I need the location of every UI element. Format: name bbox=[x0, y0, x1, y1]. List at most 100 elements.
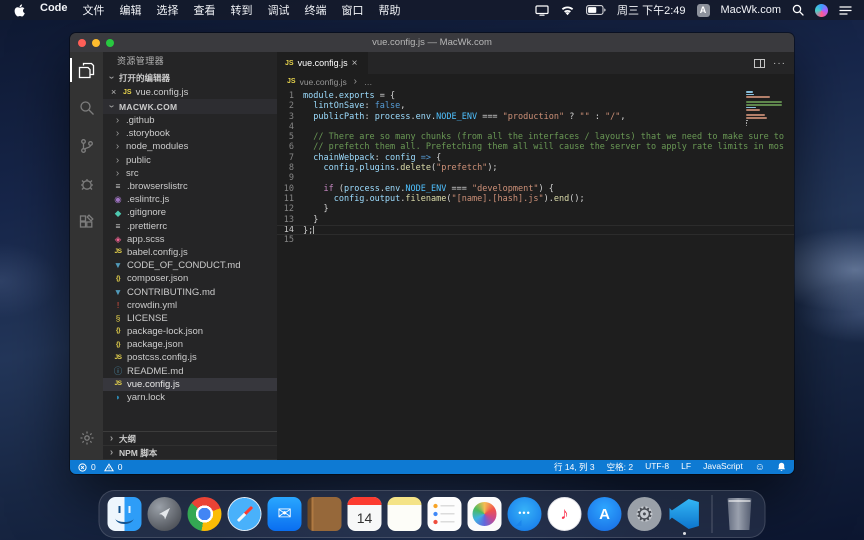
menu-查看[interactable]: 查看 bbox=[194, 2, 216, 18]
menu-文件[interactable]: 文件 bbox=[83, 2, 105, 18]
dock-trash-icon[interactable] bbox=[727, 498, 753, 530]
tree-folder-.github[interactable]: ›.github bbox=[103, 114, 277, 127]
status-item-3[interactable]: LF bbox=[681, 461, 691, 473]
menu-编辑[interactable]: 编辑 bbox=[120, 2, 142, 18]
tree-file-package-lock.json[interactable]: {}package-lock.json bbox=[103, 325, 277, 338]
dock-safari-icon[interactable] bbox=[228, 497, 262, 531]
tree-file-app.scss[interactable]: ◈app.scss bbox=[103, 233, 277, 246]
outline-section[interactable]: › 大纲 bbox=[103, 432, 277, 446]
menu-选择[interactable]: 选择 bbox=[157, 2, 179, 18]
code-line-6[interactable]: 6 // prefetch them all. Prefetching them… bbox=[277, 142, 794, 152]
project-section-header[interactable]: › MACWK.COM bbox=[103, 99, 277, 114]
split-editor-icon[interactable] bbox=[754, 59, 765, 68]
warnings-icon[interactable] bbox=[104, 463, 114, 472]
tree-file-README.md[interactable]: ⓘREADME.md bbox=[103, 365, 277, 378]
code-line-4[interactable]: 4 bbox=[277, 122, 794, 132]
warnings-count[interactable]: 0 bbox=[118, 462, 123, 472]
errors-count[interactable]: 0 bbox=[91, 462, 96, 472]
notifications-bell-icon[interactable] bbox=[777, 462, 786, 472]
code-line-14[interactable]: 14}; bbox=[277, 225, 794, 235]
status-item-1[interactable]: 空格: 2 bbox=[607, 461, 633, 473]
dock-finder-icon[interactable] bbox=[108, 497, 142, 531]
code-line-10[interactable]: 10 if (process.env.NODE_ENV === "develop… bbox=[277, 184, 794, 194]
close-tab-icon[interactable]: × bbox=[352, 58, 360, 69]
tree-file-CONTRIBUTING.md[interactable]: ▼CONTRIBUTING.md bbox=[103, 285, 277, 298]
tree-file-CODE_OF_CONDUCT.md[interactable]: ▼CODE_OF_CONDUCT.md bbox=[103, 259, 277, 272]
tab-vue-config[interactable]: JS vue.config.js × bbox=[277, 52, 369, 74]
tree-file-babel.config.js[interactable]: JSbabel.config.js bbox=[103, 246, 277, 259]
minimap[interactable] bbox=[746, 91, 782, 130]
dock-mail-icon[interactable]: ✉ bbox=[268, 497, 302, 531]
status-item-4[interactable]: JavaScript bbox=[703, 461, 743, 473]
window-title-bar[interactable]: vue.config.js — MacWk.com bbox=[70, 33, 794, 52]
tree-file-yarn.lock[interactable]: ◗yarn.lock bbox=[103, 391, 277, 404]
code-line-5[interactable]: 5 // There are so many chunks (from all … bbox=[277, 132, 794, 142]
explorer-icon[interactable] bbox=[70, 58, 103, 82]
zoom-window-button[interactable] bbox=[106, 39, 114, 47]
close-window-button[interactable] bbox=[78, 39, 86, 47]
open-editor-item[interactable]: × JS vue.config.js bbox=[103, 85, 277, 99]
notification-center-icon[interactable] bbox=[839, 5, 852, 16]
dock-appstore-icon[interactable]: A bbox=[588, 497, 622, 531]
code-line-12[interactable]: 12 } bbox=[277, 204, 794, 214]
apple-menu-icon[interactable] bbox=[14, 4, 25, 17]
dock-music-icon[interactable]: ♪ bbox=[548, 497, 582, 531]
close-icon[interactable]: × bbox=[111, 87, 119, 97]
code-line-9[interactable]: 9 bbox=[277, 173, 794, 183]
tree-file-vue.config.js[interactable]: JSvue.config.js bbox=[103, 378, 277, 391]
code-line-8[interactable]: 8 config.plugins.delete("prefetch"); bbox=[277, 163, 794, 173]
dock-settings-icon[interactable]: ⚙ bbox=[628, 497, 662, 531]
menu-调试[interactable]: 调试 bbox=[268, 2, 290, 18]
breadcrumb-file[interactable]: vue.config.js bbox=[300, 77, 347, 87]
input-source-icon[interactable]: A bbox=[697, 4, 710, 17]
menu-bar-account[interactable]: MacWk.com bbox=[721, 4, 782, 16]
tree-folder-.storybook[interactable]: ›.storybook bbox=[103, 127, 277, 140]
debug-icon[interactable] bbox=[70, 172, 103, 196]
code-line-15[interactable]: 15 bbox=[277, 235, 794, 245]
dock-calendar-icon[interactable]: 14 bbox=[348, 497, 382, 531]
code-line-7[interactable]: 7 chainWebpack: config => { bbox=[277, 153, 794, 163]
extensions-icon[interactable] bbox=[70, 210, 103, 234]
tree-file-package.json[interactable]: {}package.json bbox=[103, 338, 277, 351]
menu-终端[interactable]: 终端 bbox=[305, 2, 327, 18]
tree-folder-node_modules[interactable]: ›node_modules bbox=[103, 140, 277, 153]
menu-bar-clock[interactable]: 周三 下午2:49 bbox=[617, 2, 685, 18]
tree-folder-public[interactable]: ›public bbox=[103, 154, 277, 167]
menu-窗口[interactable]: 窗口 bbox=[342, 2, 364, 18]
wifi-icon[interactable] bbox=[560, 5, 575, 16]
search-icon[interactable] bbox=[70, 96, 103, 120]
dock-reminders-icon[interactable] bbox=[428, 497, 462, 531]
dock-photos-icon[interactable] bbox=[468, 497, 502, 531]
open-editors-section[interactable]: › 打开的编辑器 bbox=[103, 70, 277, 85]
tree-folder-src[interactable]: ›src bbox=[103, 167, 277, 180]
code-line-2[interactable]: 2 lintOnSave: false, bbox=[277, 101, 794, 111]
siri-icon[interactable] bbox=[815, 4, 828, 17]
code-line-11[interactable]: 11 config.output.filename("[name].[hash]… bbox=[277, 194, 794, 204]
dock-vscode-icon[interactable] bbox=[668, 497, 702, 531]
code-editor[interactable]: 1module.exports = {2 lintOnSave: false,3… bbox=[277, 89, 794, 460]
tree-file-.browserslistrc[interactable]: ≡.browserslistrc bbox=[103, 180, 277, 193]
dock-contacts-icon[interactable] bbox=[308, 497, 342, 531]
breadcrumb[interactable]: JS vue.config.js › … bbox=[277, 74, 794, 89]
tree-file-.prettierrc[interactable]: ≡.prettierrc bbox=[103, 220, 277, 233]
menu-帮助[interactable]: 帮助 bbox=[379, 2, 401, 18]
more-actions-icon[interactable]: ··· bbox=[773, 58, 786, 69]
tree-file-LICENSE[interactable]: §LICENSE bbox=[103, 312, 277, 325]
errors-icon[interactable] bbox=[78, 463, 87, 472]
menu-转到[interactable]: 转到 bbox=[231, 2, 253, 18]
display-icon[interactable] bbox=[535, 5, 549, 16]
dock-notes-icon[interactable] bbox=[388, 497, 422, 531]
dock-launchpad-icon[interactable] bbox=[148, 497, 182, 531]
tree-file-crowdin.yml[interactable]: !crowdin.yml bbox=[103, 299, 277, 312]
code-line-13[interactable]: 13 } bbox=[277, 215, 794, 225]
dock-messages-icon[interactable]: ••• bbox=[508, 497, 542, 531]
code-line-1[interactable]: 1module.exports = { bbox=[277, 91, 794, 101]
status-item-2[interactable]: UTF-8 bbox=[645, 461, 669, 473]
tree-file-.eslintrc.js[interactable]: ◉.eslintrc.js bbox=[103, 193, 277, 206]
feedback-smiley-icon[interactable]: ☺ bbox=[755, 462, 765, 473]
minimize-window-button[interactable] bbox=[92, 39, 100, 47]
battery-icon[interactable] bbox=[586, 5, 606, 15]
dock-chrome-icon[interactable] bbox=[188, 497, 222, 531]
npm-scripts-section[interactable]: › NPM 脚本 bbox=[103, 446, 277, 460]
tree-file-composer.json[interactable]: {}composer.json bbox=[103, 272, 277, 285]
